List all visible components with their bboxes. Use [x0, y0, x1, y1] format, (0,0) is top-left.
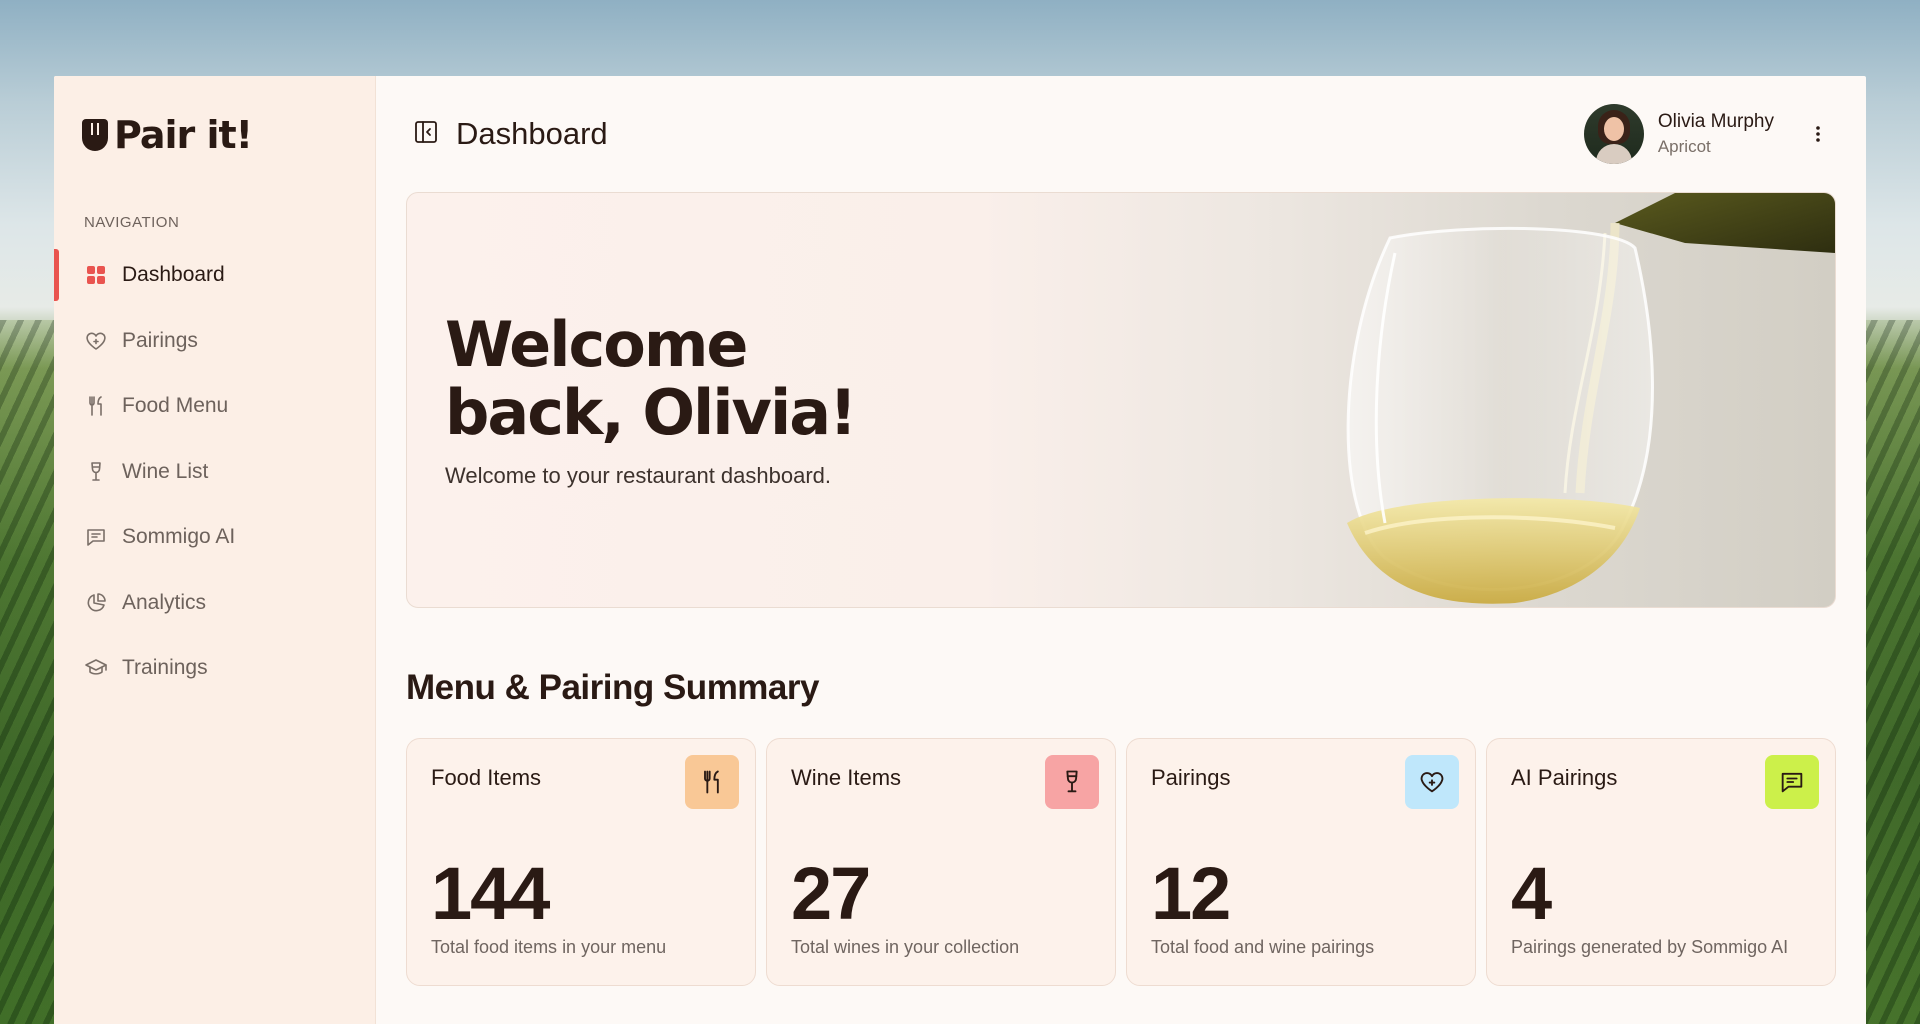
sidebar: Pair it! NAVIGATION Dashboard Pairings F: [54, 76, 376, 1024]
sidebar-item-food-menu[interactable]: Food Menu: [54, 378, 375, 434]
sidebar-item-label: Food Menu: [122, 394, 229, 417]
sidebar-item-pairings[interactable]: Pairings: [54, 313, 375, 369]
stat-card-value: 12: [1151, 852, 1231, 935]
fork-knife-icon: [84, 394, 108, 418]
sidebar-item-label: Sommigo AI: [122, 525, 236, 548]
sidebar-item-label: Pairings: [122, 328, 198, 352]
user-info: Olivia Murphy Apricot: [1658, 111, 1774, 157]
sidebar-item-trainings[interactable]: Trainings: [54, 640, 375, 696]
sidebar-item-sommigo-ai[interactable]: Sommigo AI: [54, 509, 375, 565]
logo-text: Pair it!: [114, 113, 253, 157]
stat-card-desc: Total wines in your collection: [791, 937, 1020, 957]
app-logo[interactable]: Pair it!: [54, 113, 375, 157]
topbar-left: Dashboard: [406, 116, 608, 152]
fork-shield-icon: [82, 119, 108, 151]
sidebar-nav: Dashboard Pairings Food Menu Wine List S…: [54, 247, 375, 696]
nav-heading: NAVIGATION: [84, 214, 180, 231]
wine-glass-illustration: [1346, 193, 1835, 604]
heart-plus-icon: [1405, 755, 1459, 809]
stat-card-wine-items[interactable]: Wine Items 27 Total wines in your collec…: [766, 738, 1116, 986]
user-org: Apricot: [1657, 137, 1711, 156]
stat-card-ai-pairings[interactable]: AI Pairings 4 Pairings generated by Somm…: [1486, 738, 1836, 986]
sidebar-item-wine-list[interactable]: Wine List: [54, 444, 375, 500]
app-window: Pair it! NAVIGATION Dashboard Pairings F: [54, 76, 1866, 1024]
stat-card-desc: Total food items in your menu: [431, 937, 667, 957]
user-name: Olivia Murphy: [1657, 111, 1774, 132]
avatar[interactable]: [1583, 104, 1644, 164]
wine-glass-icon: [1045, 755, 1099, 809]
main-content: Dashboard Olivia Murphy Apricot Welcome …: [376, 76, 1866, 1024]
stat-card-desc: Total food and wine pairings: [1151, 937, 1375, 957]
sidebar-item-analytics[interactable]: Analytics: [54, 575, 375, 631]
welcome-text: Welcome back, Olivia! Welcome to your re…: [445, 308, 857, 489]
stat-card-food-items[interactable]: Food Items 144 Total food items in your …: [406, 738, 756, 986]
topbar: Dashboard Olivia Murphy Apricot: [406, 76, 1836, 192]
welcome-banner: Welcome back, Olivia! Welcome to your re…: [406, 192, 1836, 608]
summary-title: Menu & Pairing Summary: [406, 668, 819, 707]
sidebar-toggle-icon[interactable]: [412, 118, 440, 151]
page-title: Dashboard: [456, 116, 608, 151]
pie-chart-icon: [84, 591, 108, 615]
sidebar-item-label: Trainings: [122, 656, 208, 679]
graduation-cap-icon: [84, 656, 108, 680]
stat-card-pairings[interactable]: Pairings 12 Total food and wine pairings: [1126, 738, 1476, 986]
wine-glass-icon: [84, 460, 108, 484]
welcome-title: Welcome back, Olivia!: [445, 308, 857, 449]
heart-plus-icon: [84, 329, 108, 353]
sidebar-item-dashboard[interactable]: Dashboard: [54, 247, 375, 303]
chat-icon: [84, 525, 108, 549]
sidebar-item-label: Wine List: [122, 459, 209, 483]
stat-card-value: 27: [791, 852, 871, 935]
sidebar-item-label: Dashboard: [122, 263, 225, 286]
stat-card-value: 144: [431, 852, 550, 935]
fork-knife-icon: [685, 755, 739, 809]
grid-icon: [84, 263, 108, 287]
welcome-subtitle: Welcome to your restaurant dashboard.: [445, 463, 832, 488]
more-vertical-icon[interactable]: [1806, 122, 1830, 146]
user-menu[interactable]: Olivia Murphy Apricot: [1583, 104, 1836, 164]
sidebar-item-label: Analytics: [122, 590, 207, 614]
stat-card-desc: Pairings generated by Sommigo AI: [1511, 937, 1789, 957]
stat-card-value: 4: [1511, 852, 1552, 935]
chat-icon: [1765, 755, 1819, 809]
summary-cards: Food Items 144 Total food items in your …: [406, 738, 1836, 986]
